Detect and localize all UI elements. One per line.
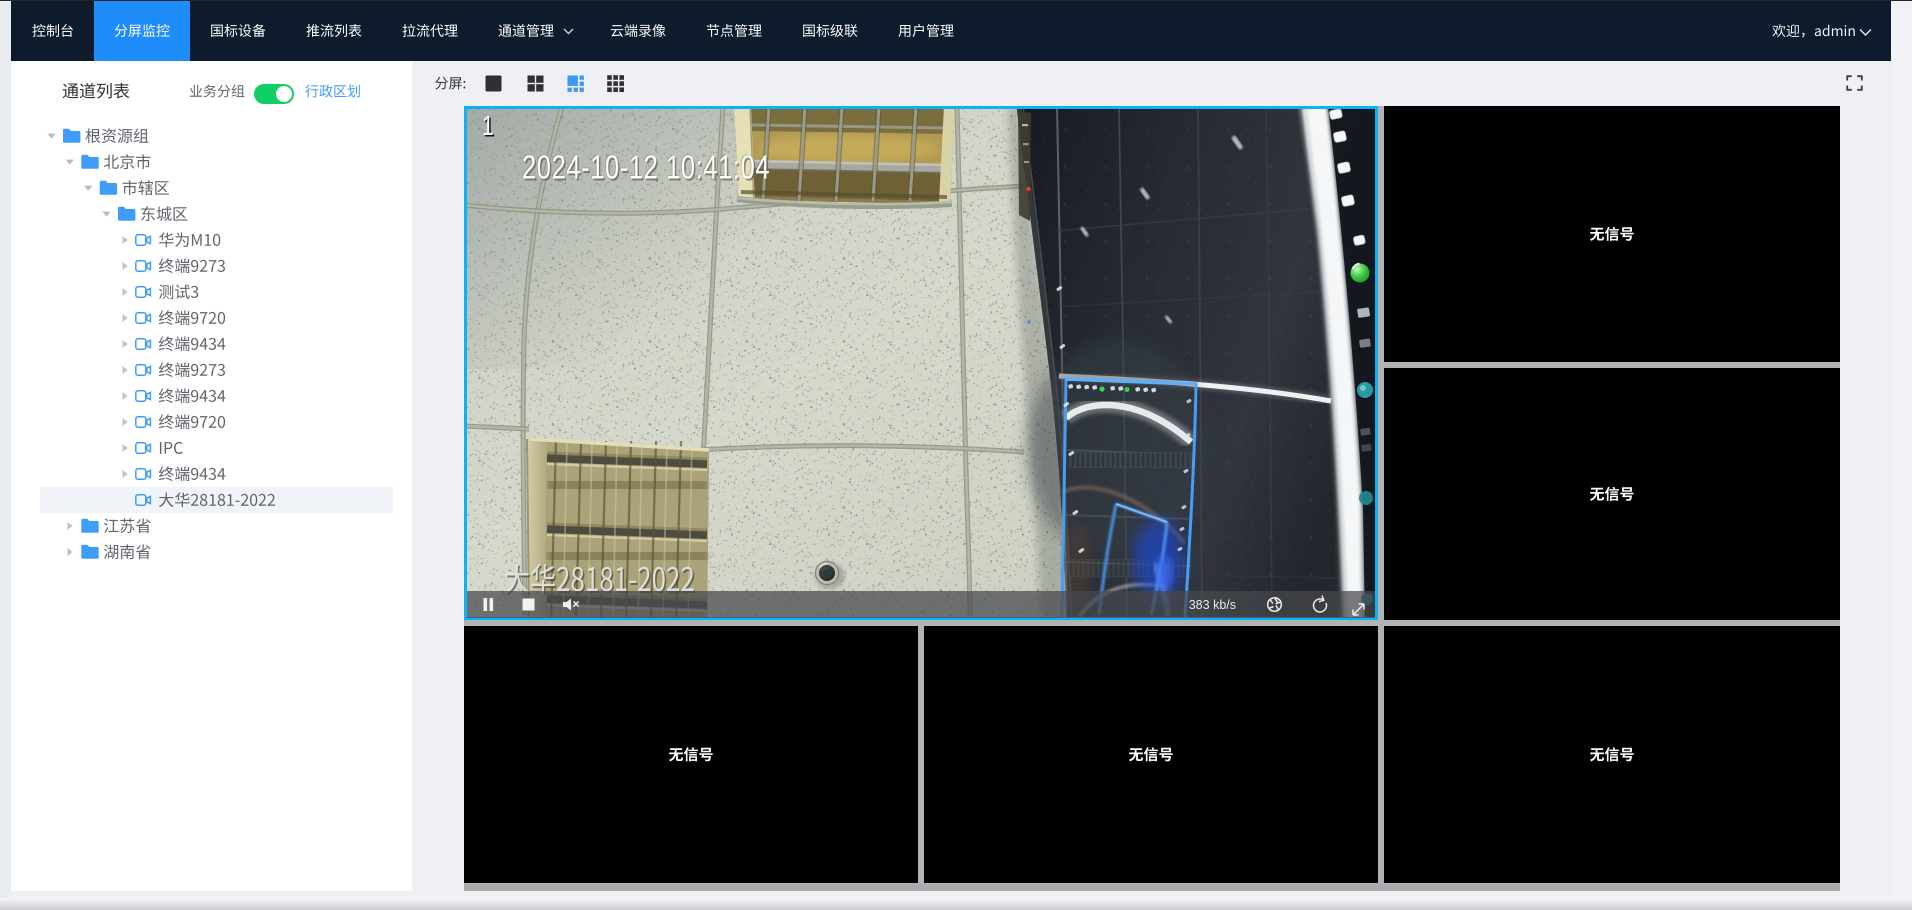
svg-text:383 kb/s: 383 kb/s <box>1189 598 1236 612</box>
